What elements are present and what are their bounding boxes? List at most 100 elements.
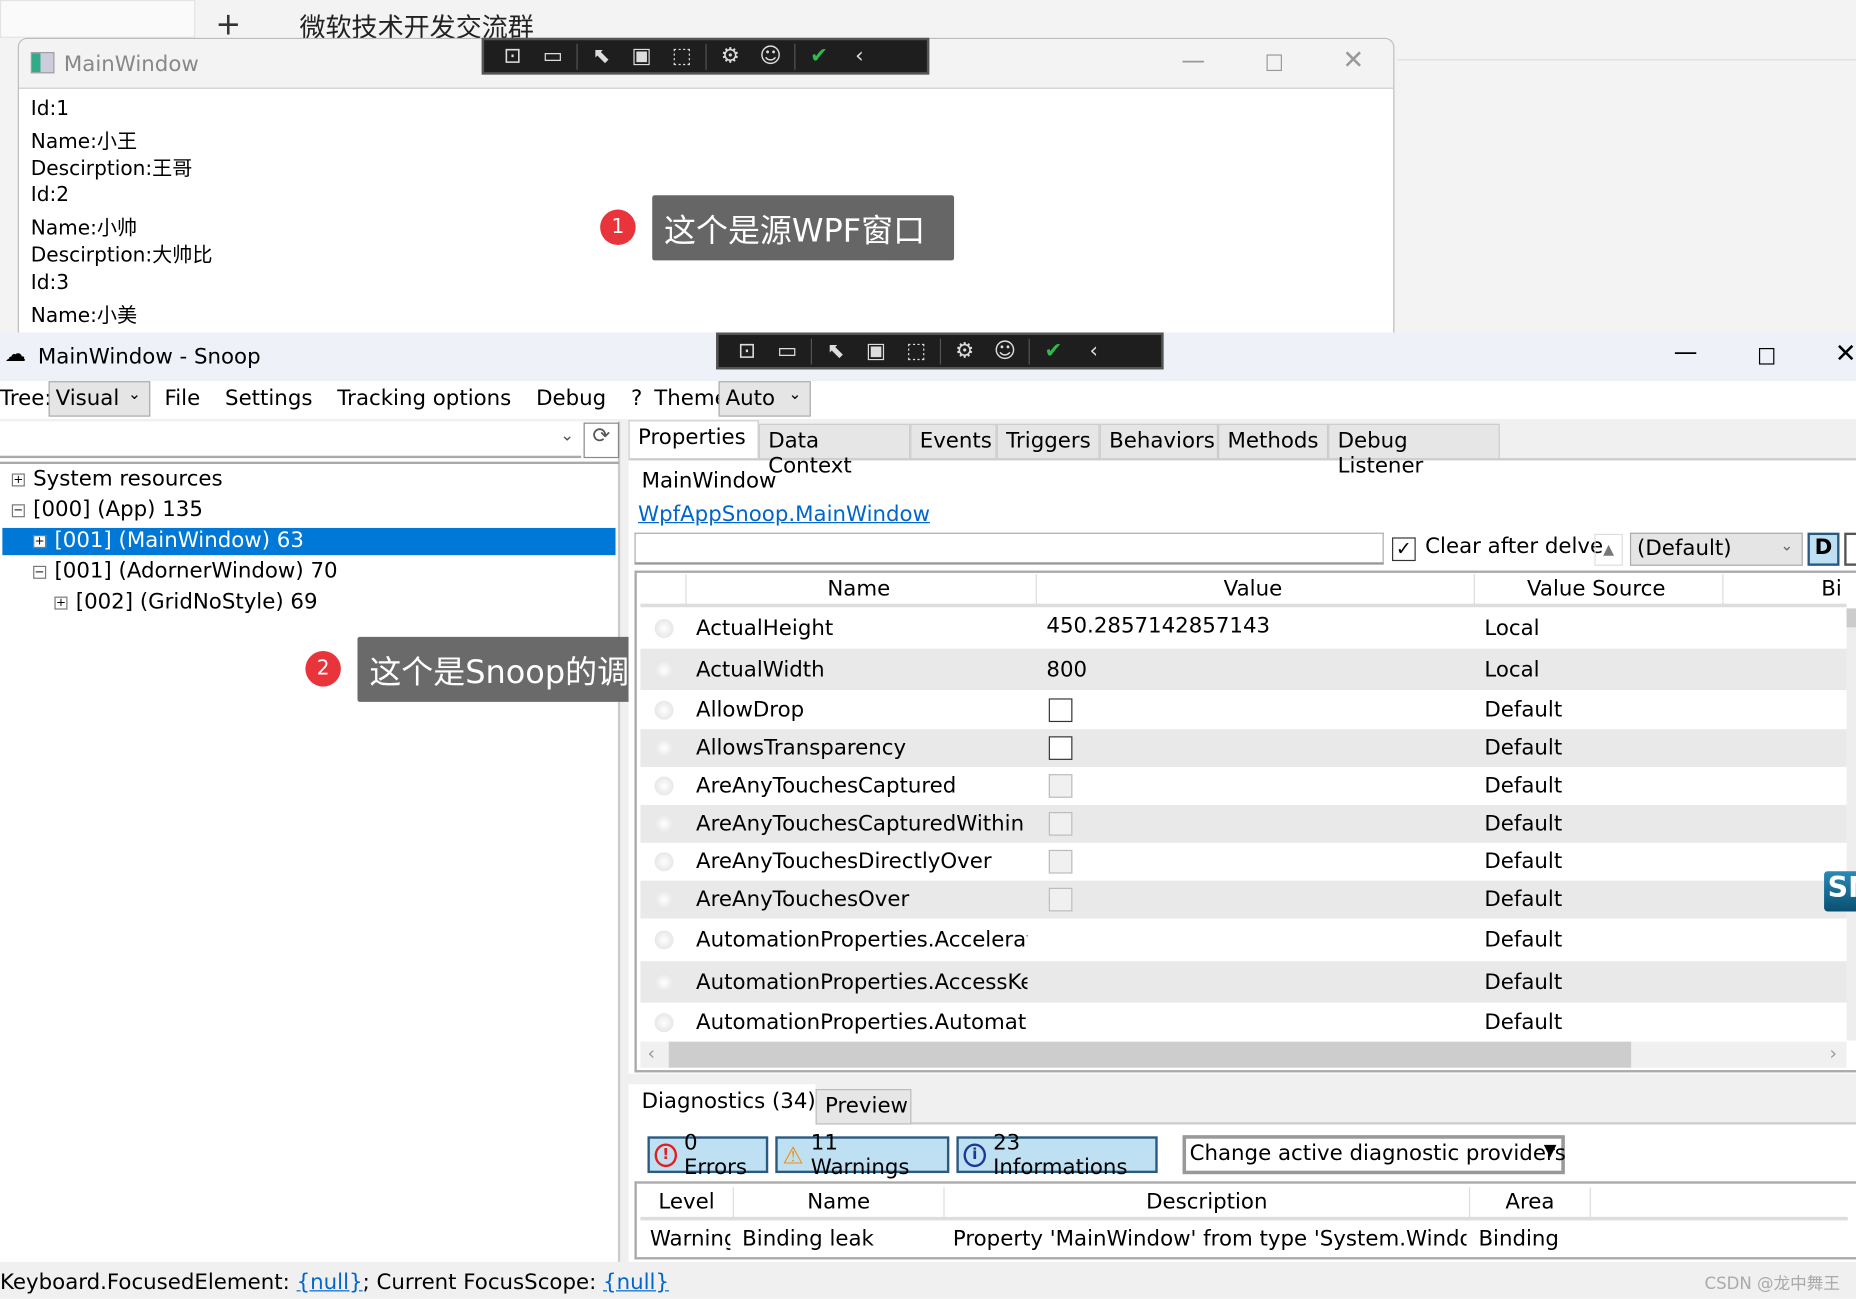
tree-node[interactable]: + System resources	[11, 466, 223, 491]
diag-column-header[interactable]: Area	[1468, 1187, 1590, 1221]
element-select-icon[interactable]: ⬚	[665, 44, 698, 69]
tab-triggers[interactable]: Triggers	[996, 423, 1100, 460]
menu-tracking-options[interactable]: Tracking options	[337, 386, 511, 411]
expander-icon[interactable]: −	[33, 565, 47, 579]
property-row[interactable]: ActualWidth 800 Local	[640, 648, 1847, 691]
record-icon[interactable]: ▭	[536, 44, 569, 69]
property-row[interactable]: AutomationProperties.AcceleratorKey Defau…	[640, 919, 1846, 962]
tree-label: Tree:	[0, 385, 52, 411]
expander-icon[interactable]: +	[54, 595, 68, 610]
scroll-right-icon[interactable]: ›	[1830, 1042, 1838, 1064]
refresh-button[interactable]: ⟳	[583, 422, 620, 459]
diag-column-header[interactable]: Level	[640, 1187, 732, 1220]
element-select-icon[interactable]: ⬚	[900, 339, 933, 364]
tree-node[interactable]: − [001] (AdornerWindow) 70	[33, 559, 338, 584]
menu-help[interactable]: ?	[631, 386, 642, 411]
close-button[interactable]: ✕	[1835, 340, 1856, 370]
errors-filter-button[interactable]: ! 0 Errors	[647, 1130, 769, 1180]
tree-node[interactable]: − [000] (App) 135	[11, 497, 203, 522]
property-filter-input[interactable]	[634, 532, 1384, 565]
minimize-button[interactable]: —	[1181, 46, 1205, 74]
background-tab[interactable]	[0, 0, 196, 38]
theme-select[interactable]: Auto ⌄	[718, 381, 811, 417]
close-button[interactable]: ✕	[1342, 46, 1364, 76]
collapse-chevron-icon[interactable]: ‹	[843, 44, 876, 69]
tab-preview[interactable]: Preview	[815, 1089, 912, 1125]
diagnostic-providers-dropdown[interactable]: Change active diagnostic providers ▼	[1182, 1135, 1566, 1175]
informations-filter-button[interactable]: i 23 Informations	[956, 1130, 1158, 1180]
tree-node[interactable]: + [001] (MainWindow) 63	[2, 527, 616, 556]
tree-select-icon[interactable]: ⊡	[730, 339, 763, 364]
record-line: Name:小王	[30, 130, 138, 154]
focused-element-link[interactable]: {null}	[297, 1270, 363, 1295]
property-row[interactable]: AutomationProperties.AutomationId Default	[640, 1003, 1846, 1042]
property-row[interactable]: AllowsTransparency Default	[640, 729, 1847, 768]
check-icon[interactable]: ✔	[803, 44, 836, 69]
tree-node[interactable]: + [002] (GridNoStyle) 69	[54, 589, 318, 614]
tab-methods[interactable]: Methods	[1218, 423, 1329, 460]
pointer-select-icon[interactable]: ⬉	[585, 44, 618, 69]
warnings-filter-button[interactable]: ⚠ 11 Warnings	[775, 1130, 950, 1180]
property-row[interactable]: AutomationProperties.AccessKey Default	[640, 961, 1847, 1003]
snoop-logo-icon: ☁	[4, 342, 27, 367]
property-value[interactable]: 800	[1046, 657, 1087, 682]
property-checkbox[interactable]	[1048, 697, 1073, 722]
history-up-button[interactable]: ▲	[1594, 533, 1623, 566]
focus-scope-link[interactable]: {null}	[603, 1270, 669, 1295]
frame-icon[interactable]: ▣	[859, 339, 892, 364]
tab-data-context[interactable]: Data Context	[758, 423, 911, 478]
scroll-thumb[interactable]	[668, 1041, 1632, 1068]
tab-diagnostics[interactable]: Diagnostics (34)	[628, 1084, 816, 1125]
minimize-button[interactable]: —	[1674, 337, 1698, 365]
tab-behaviors[interactable]: Behaviors	[1099, 423, 1219, 460]
property-row[interactable]: AreAnyTouchesDirectlyOver Default	[640, 843, 1846, 881]
diag-column-header[interactable]: Name	[732, 1187, 944, 1221]
tree-select-icon[interactable]: ⊡	[496, 44, 529, 69]
column-header[interactable]: Value	[1035, 574, 1474, 608]
check-icon[interactable]: ✔	[1037, 339, 1070, 364]
menu-settings[interactable]: Settings	[225, 386, 312, 411]
settings-gear-icon[interactable]: ⚙	[714, 44, 747, 69]
selected-type-link[interactable]: WpfAppSnoop.MainWindow	[638, 502, 930, 527]
property-value[interactable]: 450.2857142857143	[1046, 614, 1270, 639]
accessibility-icon[interactable]: ☺	[988, 339, 1021, 364]
settings-gear-icon[interactable]: ⚙	[948, 339, 981, 364]
menu-file[interactable]: File	[165, 386, 201, 411]
property-row[interactable]: AreAnyTouchesCapturedWithin Default	[640, 804, 1847, 843]
vertical-scrollbar[interactable]	[1846, 608, 1856, 1041]
diag-column-header[interactable]	[1589, 1187, 1848, 1221]
maximize-button[interactable]	[1266, 54, 1282, 72]
column-header[interactable]: Bi	[1722, 574, 1846, 608]
expander-icon[interactable]: −	[11, 503, 25, 517]
collapse-chevron-icon[interactable]: ‹	[1077, 339, 1110, 364]
record-icon[interactable]: ▭	[771, 339, 804, 364]
tree-filter-combo[interactable]: ⌄	[0, 422, 582, 459]
maximize-button[interactable]	[1758, 348, 1775, 365]
tree-type-select[interactable]: Visual ⌄	[48, 381, 151, 417]
expander-icon[interactable]: +	[33, 534, 47, 548]
tab-events[interactable]: Events	[910, 423, 997, 460]
tab-properties[interactable]: Properties	[628, 420, 759, 459]
accessibility-icon[interactable]: ☺	[754, 44, 787, 69]
column-header[interactable]: Name	[685, 574, 1035, 608]
d-toggle-button[interactable]: D	[1807, 532, 1840, 566]
column-header[interactable]: Value Source	[1473, 574, 1723, 608]
warnings-label: 11 Warnings	[810, 1129, 910, 1180]
property-row[interactable]: AreAnyTouchesCaptured Default	[640, 767, 1846, 805]
frame-icon[interactable]: ▣	[625, 44, 658, 69]
expander-icon[interactable]: +	[11, 472, 25, 486]
property-row[interactable]: AreAnyTouchesOver Default	[640, 880, 1847, 919]
horizontal-scrollbar[interactable]: ‹ ›	[640, 1041, 1847, 1068]
property-row[interactable]: ActualHeight 450.2857142857143 Local	[640, 608, 1846, 648]
scope-select[interactable]: (Default) ⌄	[1629, 532, 1803, 566]
pointer-select-icon[interactable]: ⬉	[819, 339, 852, 364]
diag-column-header[interactable]: Description	[943, 1187, 1469, 1221]
property-checkbox[interactable]	[1048, 736, 1073, 760]
diagnostic-row[interactable]: Warning Binding leak Property 'MainWindow'…	[640, 1223, 1847, 1256]
clear-after-delve-checkbox[interactable]: ✓	[1392, 537, 1416, 562]
tab-debug-listener[interactable]: Debug Listener	[1328, 423, 1500, 478]
scroll-left-icon[interactable]: ‹	[647, 1042, 655, 1064]
u-toggle-button[interactable]	[1844, 532, 1856, 566]
property-row[interactable]: AllowDrop Default	[640, 690, 1846, 729]
menu-debug[interactable]: Debug	[536, 386, 606, 411]
